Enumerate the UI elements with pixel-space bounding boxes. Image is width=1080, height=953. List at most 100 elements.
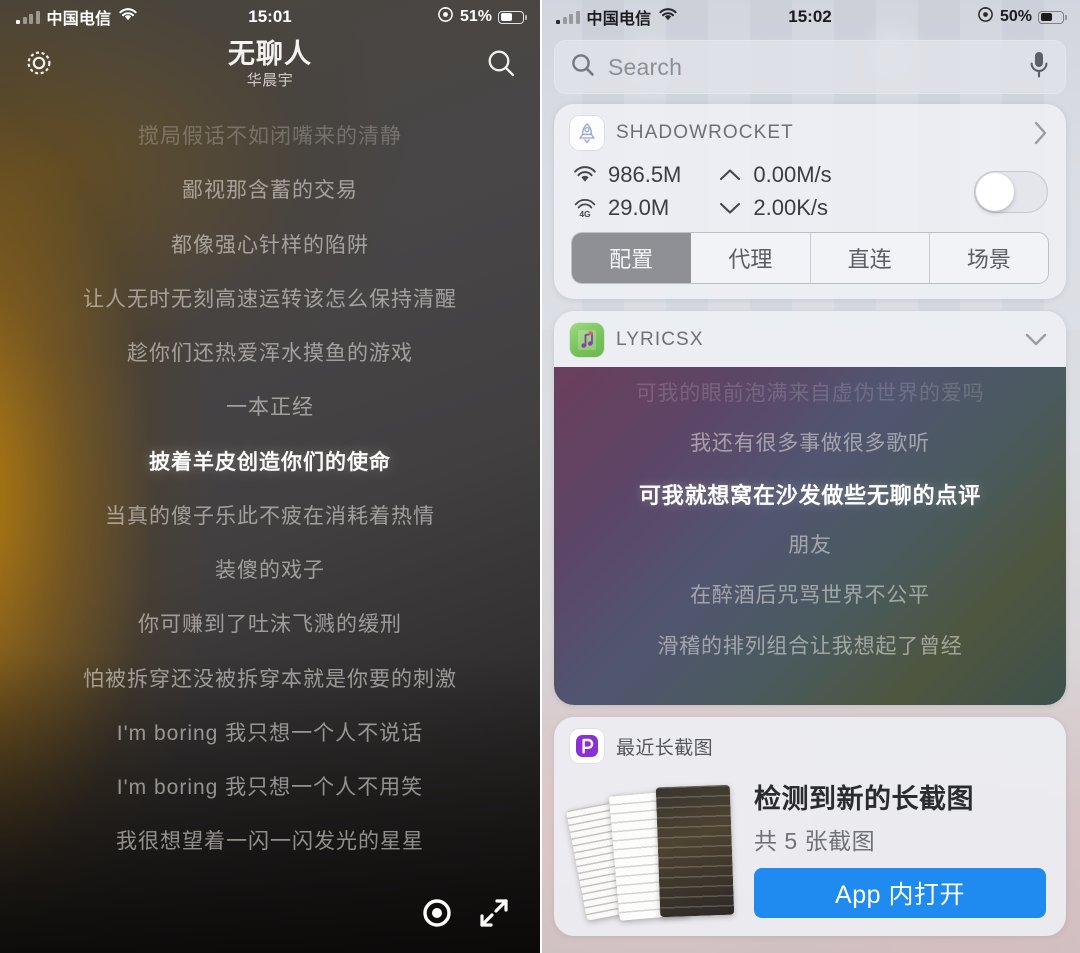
stats-columns: 986.5M 4G 29.0M 0.00M/s 2.00K/s [572, 162, 960, 221]
wifi-icon [572, 166, 598, 184]
lyric-line[interactable]: 我还有很多事做很多歌听 [570, 419, 1050, 469]
chevron-right-icon[interactable] [1030, 119, 1050, 147]
segment-direct[interactable]: 直连 [810, 233, 930, 283]
widget-shadowrocket[interactable]: SHADOWROCKET 986.5M 4G 29.0M 0.00M/s 2.0… [554, 104, 1066, 299]
segment-config[interactable]: 配置 [572, 233, 692, 283]
search-input[interactable]: Search [608, 54, 1016, 81]
segment-proxy[interactable]: 代理 [691, 233, 811, 283]
chevron-up-icon [717, 167, 743, 183]
lyric-line[interactable]: 装傻的戏子 [18, 544, 522, 598]
cellular-usage-row: 4G 29.0M [572, 195, 681, 221]
wifi-usage-label: 986.5M [608, 162, 682, 187]
screenshot-thumbnail [655, 784, 735, 917]
segment-scene[interactable]: 场景 [929, 233, 1048, 283]
gear-icon[interactable] [22, 46, 56, 85]
lyric-line[interactable]: 在醉酒后咒骂世界不公平 [570, 571, 1050, 621]
cellular-signal-icon [16, 10, 40, 24]
shadowrocket-segmented-control[interactable]: 配置 代理 直连 场景 [572, 233, 1048, 283]
search-icon [570, 52, 596, 83]
search-icon[interactable] [484, 46, 518, 85]
widget-lyricsx[interactable]: LYRICSX 可我的眼前泡满来自虚伪世界的爱吗 我还有很多事做很多歌听 可我就… [554, 311, 1066, 705]
lyric-line[interactable]: 你可赚到了吐沫飞溅的缓刑 [18, 598, 522, 652]
4g-icon: 4G [572, 198, 598, 218]
upload-speed-label: 0.00M/s [753, 162, 832, 187]
today-view-widget-stack: SHADOWROCKET 986.5M 4G 29.0M 0.00M/s 2.0… [540, 94, 1080, 936]
lyric-line[interactable]: 搅局假话不如闭嘴来的清静 [18, 110, 522, 164]
picsew-subtitle: 共 5 张截图 [754, 828, 876, 854]
wifi-icon [658, 7, 678, 27]
widget-title: LYRICSX [616, 329, 704, 350]
wifi-icon [118, 7, 138, 27]
toggle-knob [976, 172, 1014, 211]
lyric-line-active[interactable]: 披着羊皮创造你们的使命 [18, 436, 522, 490]
status-bar-left-group: 中国电信 [556, 5, 977, 29]
svg-text:4G: 4G [579, 209, 591, 218]
lyric-line[interactable]: I'm boring 我只想一个人不说话 [18, 707, 522, 761]
song-title: 无聊人 [228, 38, 312, 69]
rotation-lock-icon [977, 6, 994, 28]
open-in-app-button[interactable]: App 内打开 [754, 868, 1046, 918]
lyric-line[interactable]: 我很想望着一闪一闪发光的星星 [18, 815, 522, 869]
widget-header: SHADOWROCKET [554, 104, 1066, 160]
status-bar-left-group: 中国电信 [16, 5, 437, 29]
lyric-line-active[interactable]: 可我就想窝在沙发做些无聊的点评 [570, 470, 1050, 522]
rotation-lock-icon [437, 6, 454, 28]
status-bar-right-group: 50% [977, 6, 1067, 28]
picsew-text-block: 检测到新的长截图 共 5 张截图 App 内打开 [754, 777, 1046, 918]
vpn-toggle-switch[interactable] [974, 170, 1048, 213]
lyric-line[interactable]: 鄙视那含蓄的交易 [18, 164, 522, 218]
download-speed-row: 2.00K/s [717, 195, 831, 221]
artist-name: 华晨宇 [246, 72, 294, 90]
lyric-line[interactable]: 让人无时无刻高速运转该怎么保持清醒 [18, 273, 522, 327]
battery-percent-label: 50% [999, 8, 1032, 25]
widget-picsew[interactable]: 最近长截图 检测到新的长截图 共 5 张截图 App 内打开 [554, 717, 1066, 936]
wifi-usage-row: 986.5M [572, 162, 681, 188]
download-speed-label: 2.00K/s [753, 195, 828, 220]
rocket-icon [570, 116, 604, 150]
chevron-down-icon[interactable] [1022, 330, 1050, 350]
right-status-bar: 中国电信 15:02 50% [540, 0, 1080, 34]
lyric-line[interactable]: 趁你们还热爱浑水摸鱼的游戏 [18, 327, 522, 381]
right-phone-screen: 中国电信 15:02 50% Search SHADOWROCKET 986.5… [540, 0, 1080, 953]
widget-title: 最近长截图 [616, 737, 714, 759]
status-bar-right-group: 51% [437, 6, 527, 28]
battery-percent-label: 51% [459, 8, 492, 25]
battery-icon [1038, 10, 1067, 24]
lyric-line[interactable]: 滑稽的排列组合让我想起了曾经 [570, 622, 1050, 672]
carrier-label: 中国电信 [46, 11, 112, 28]
lyric-line[interactable]: 朋友 [570, 521, 1050, 571]
lyric-line[interactable]: 都像强心针样的陷阱 [18, 219, 522, 273]
picsew-p-icon [570, 729, 604, 763]
data-usage-column: 986.5M 4G 29.0M [572, 162, 681, 221]
screenshot-thumbnails[interactable] [565, 778, 738, 921]
left-bottom-controls [420, 895, 512, 931]
expand-fullscreen-icon[interactable] [476, 895, 512, 931]
lyric-line[interactable]: 怕被拆穿还没被拆穿本就是你要的刺激 [18, 653, 522, 707]
carrier-label: 中国电信 [586, 11, 652, 28]
lyric-line[interactable]: 当真的傻子乐此不疲在消耗着热情 [18, 490, 522, 544]
lyricsx-lyrics-list[interactable]: 可我的眼前泡满来自虚伪世界的爱吗 我还有很多事做很多歌听 可我就想窝在沙发做些无… [554, 367, 1066, 705]
left-nav-bar: 无聊人 华晨宇 [0, 34, 540, 96]
dual-phone-screenshot: 中国电信 15:01 51% 无聊人 华晨宇 搅局假话不如闭嘴来的清静 鄙视那含… [0, 0, 1080, 953]
cellular-usage-label: 29.0M [608, 195, 670, 220]
lyric-line[interactable]: I'm boring 我只想一个人不用笑 [18, 761, 522, 815]
speed-column: 0.00M/s 2.00K/s [717, 162, 832, 221]
left-phone-screen: 中国电信 15:01 51% 无聊人 华晨宇 搅局假话不如闭嘴来的清静 鄙视那含… [0, 0, 540, 953]
left-status-bar: 中国电信 15:01 51% [0, 0, 540, 34]
search-bar[interactable]: Search [554, 40, 1066, 94]
locate-current-lyric-icon[interactable] [420, 896, 454, 930]
chevron-down-icon [717, 200, 743, 216]
widget-header: LYRICSX [554, 311, 1066, 367]
widget-title: SHADOWROCKET [616, 122, 794, 143]
cellular-signal-icon [556, 10, 580, 24]
lyric-line[interactable]: 可我的眼前泡满来自虚伪世界的爱吗 [570, 381, 1050, 419]
microphone-icon[interactable] [1028, 50, 1050, 85]
music-note-icon [570, 323, 604, 357]
panel-divider [540, 0, 542, 953]
shadowrocket-stats: 986.5M 4G 29.0M 0.00M/s 2.00K/s [554, 160, 1066, 227]
lyrics-list[interactable]: 搅局假话不如闭嘴来的清静 鄙视那含蓄的交易 都像强心针样的陷阱 让人无时无刻高速… [0, 96, 540, 870]
battery-icon [498, 10, 527, 24]
now-playing-title-block: 无聊人 华晨宇 [0, 38, 540, 90]
picsew-headline: 检测到新的长截图 [754, 784, 974, 814]
lyric-line[interactable]: 一本正经 [18, 381, 522, 435]
